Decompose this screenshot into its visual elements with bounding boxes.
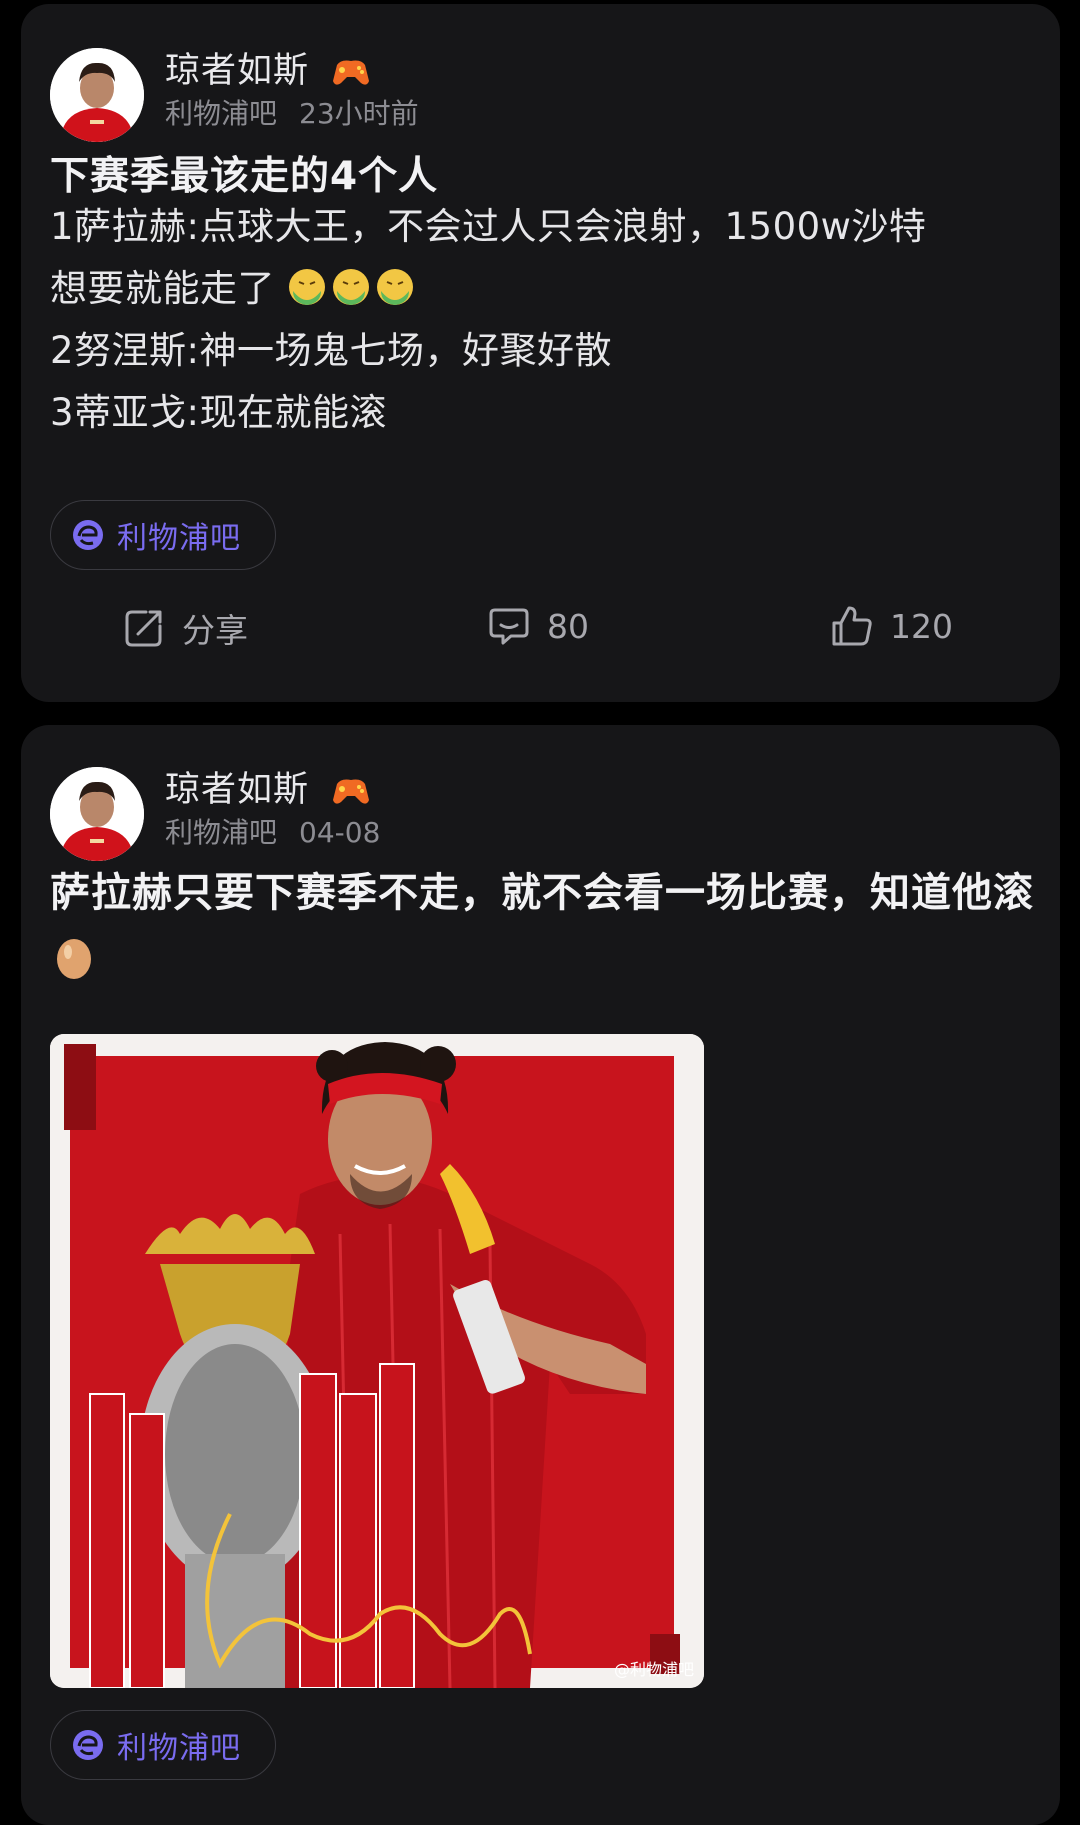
body-line: 2努涅斯:神一场鬼七场，好聚好散 xyxy=(50,329,613,372)
forum-tag-label: 利物浦吧 xyxy=(117,521,241,556)
post-title: 下赛季最该走的4个人 xyxy=(50,154,439,199)
egg-icon xyxy=(57,939,91,979)
body-line: 想要就能走了 xyxy=(50,258,1040,320)
forum-name[interactable]: 利物浦吧 xyxy=(165,97,277,130)
post-time: 23小时前 xyxy=(299,97,419,130)
forum-logo-icon xyxy=(73,1730,103,1760)
post-card[interactable]: 琼者如斯 利物浦吧 04-08 萨拉赫只要下赛季不走，就不会看一场比赛，知道他滚 xyxy=(21,725,1060,1825)
forum-tag-label: 利物浦吧 xyxy=(117,1731,241,1766)
avatar[interactable] xyxy=(50,48,144,142)
forum-tag[interactable]: 利物浦吧 xyxy=(50,1710,276,1780)
author-name[interactable]: 琼者如斯 xyxy=(165,42,371,93)
body-line: 1萨拉赫:点球大王，不会过人只会浪射，1500w沙特 xyxy=(50,205,927,248)
player-trophy-photo xyxy=(50,1034,704,1688)
forum-logo-icon xyxy=(73,520,103,550)
post-title: 萨拉赫只要下赛季不走，就不会看一场比赛，知道他滚 xyxy=(50,860,1040,992)
post-card[interactable]: 琼者如斯 利物浦吧 23小时前 下赛季最该走的4个人 1萨拉赫:点球大王，不会过人… xyxy=(21,4,1060,702)
post-actions: 分享 80 120 xyxy=(21,604,1060,664)
avatar-photo xyxy=(50,767,144,861)
post-time: 04-08 xyxy=(299,816,381,849)
forum-tag[interactable]: 利物浦吧 xyxy=(50,500,276,570)
post-meta: 利物浦吧 04-08 xyxy=(165,811,380,851)
share-button[interactable]: 分享 xyxy=(122,604,248,652)
nauseated-face-icon xyxy=(333,269,370,305)
forum-name[interactable]: 利物浦吧 xyxy=(165,816,277,849)
avatar[interactable] xyxy=(50,767,144,861)
post-meta: 利物浦吧 23小时前 xyxy=(165,92,419,132)
post-title-text: 萨拉赫只要下赛季不走，就不会看一场比赛，知道他滚 xyxy=(50,870,1034,916)
nauseated-face-icon xyxy=(377,269,414,305)
share-icon xyxy=(125,610,162,647)
like-button[interactable]: 120 xyxy=(830,604,953,648)
image-watermark: @利物浦吧 xyxy=(613,1660,694,1679)
avatar-photo xyxy=(50,48,144,142)
body-line: 3蒂亚戈:现在就能滚 xyxy=(50,391,388,434)
comment-icon xyxy=(489,608,529,645)
like-count: 120 xyxy=(890,606,953,646)
share-label: 分享 xyxy=(182,611,248,650)
thumbs-up-icon xyxy=(832,606,872,646)
author-name[interactable]: 琼者如斯 xyxy=(165,761,371,812)
author-name-text: 琼者如斯 xyxy=(165,770,310,810)
post-image[interactable]: @利物浦吧 xyxy=(50,1034,704,1688)
author-name-text: 琼者如斯 xyxy=(165,51,310,91)
nauseated-face-icon xyxy=(289,269,326,305)
comment-count: 80 xyxy=(547,606,589,646)
game-controller-icon xyxy=(333,779,370,804)
comment-button[interactable]: 80 xyxy=(487,604,589,648)
body-line-text: 想要就能走了 xyxy=(50,267,275,310)
post-body: 1萨拉赫:点球大王，不会过人只会浪射，1500w沙特 想要就能走了 2努涅斯:神… xyxy=(50,196,1040,444)
game-controller-icon xyxy=(333,60,370,85)
